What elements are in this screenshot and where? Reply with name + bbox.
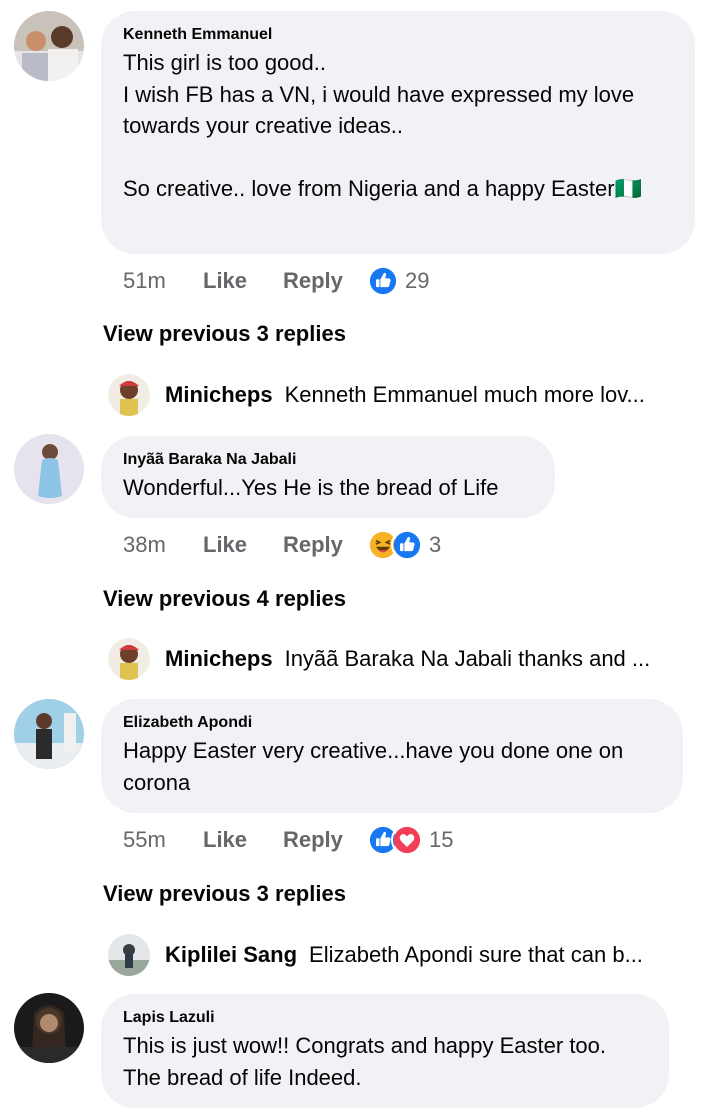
- comment-author[interactable]: Lapis Lazuli: [123, 1008, 647, 1028]
- reaction-summary[interactable]: [367, 824, 423, 856]
- avatar[interactable]: [14, 993, 84, 1063]
- like-button[interactable]: Like: [203, 532, 283, 558]
- comment-time[interactable]: 38m: [123, 532, 203, 558]
- avatar[interactable]: [14, 699, 84, 769]
- comment-text: Wonderful...Yes He is the bread of Life: [123, 475, 499, 500]
- reply-text: Elizabeth Apondi sure that can b...: [309, 942, 643, 967]
- comment-text: Happy Easter very creative...have you do…: [123, 738, 624, 795]
- reply-author[interactable]: Minicheps: [165, 646, 273, 672]
- reaction-summary[interactable]: [367, 529, 423, 561]
- like-icon: [367, 265, 399, 297]
- view-previous-replies[interactable]: View previous 4 replies: [103, 586, 346, 612]
- reply-button[interactable]: Reply: [283, 532, 367, 558]
- reaction-count[interactable]: 15: [429, 827, 453, 853]
- comment-bubble: Lapis Lazuli This is just wow!! Congrats…: [101, 994, 669, 1108]
- comment-bubble: Kenneth Emmanuel This girl is too good..…: [101, 11, 695, 254]
- avatar[interactable]: [14, 11, 84, 81]
- comment-actions: 55m Like Reply 15: [123, 824, 453, 856]
- like-icon: [391, 529, 423, 561]
- reply-button[interactable]: Reply: [283, 268, 367, 294]
- comment-author[interactable]: Inyãã Baraka Na Jabali: [123, 450, 533, 470]
- comment-bubble: Inyãã Baraka Na Jabali Wonderful...Yes H…: [101, 436, 555, 518]
- reply-text: Kenneth Emmanuel much more lov...: [284, 382, 645, 407]
- love-icon: [391, 824, 423, 856]
- reaction-summary[interactable]: [367, 265, 399, 297]
- reply-preview[interactable]: Kiplilei Sang Elizabeth Apondi sure that…: [108, 934, 688, 976]
- reply-author[interactable]: Minicheps: [165, 382, 273, 408]
- comment-text: This girl is too good.. I wish FB has a …: [123, 50, 642, 201]
- comment-time[interactable]: 51m: [123, 268, 203, 294]
- like-button[interactable]: Like: [203, 268, 283, 294]
- reply-preview[interactable]: Minicheps Inyãã Baraka Na Jabali thanks …: [108, 638, 688, 680]
- like-button[interactable]: Like: [203, 827, 283, 853]
- avatar[interactable]: [108, 638, 150, 680]
- comment-time[interactable]: 55m: [123, 827, 203, 853]
- comment-text: This is just wow!! Congrats and happy Ea…: [123, 1033, 607, 1090]
- comment-actions: 51m Like Reply 29: [123, 265, 429, 297]
- comment-bubble: Elizabeth Apondi Happy Easter very creat…: [101, 699, 683, 813]
- comment-author[interactable]: Elizabeth Apondi: [123, 713, 661, 733]
- reply-button[interactable]: Reply: [283, 827, 367, 853]
- reply-text: Inyãã Baraka Na Jabali thanks and ...: [284, 646, 651, 671]
- comment-author[interactable]: Kenneth Emmanuel: [123, 25, 673, 45]
- avatar[interactable]: [108, 934, 150, 976]
- reply-author[interactable]: Kiplilei Sang: [165, 942, 297, 968]
- avatar[interactable]: [108, 374, 150, 416]
- reply-preview[interactable]: Minicheps Kenneth Emmanuel much more lov…: [108, 374, 688, 416]
- reaction-count[interactable]: 29: [405, 268, 429, 294]
- comment-actions: 38m Like Reply 3: [123, 529, 441, 561]
- view-previous-replies[interactable]: View previous 3 replies: [103, 321, 346, 347]
- reaction-count[interactable]: 3: [429, 532, 441, 558]
- view-previous-replies[interactable]: View previous 3 replies: [103, 881, 346, 907]
- avatar[interactable]: [14, 434, 84, 504]
